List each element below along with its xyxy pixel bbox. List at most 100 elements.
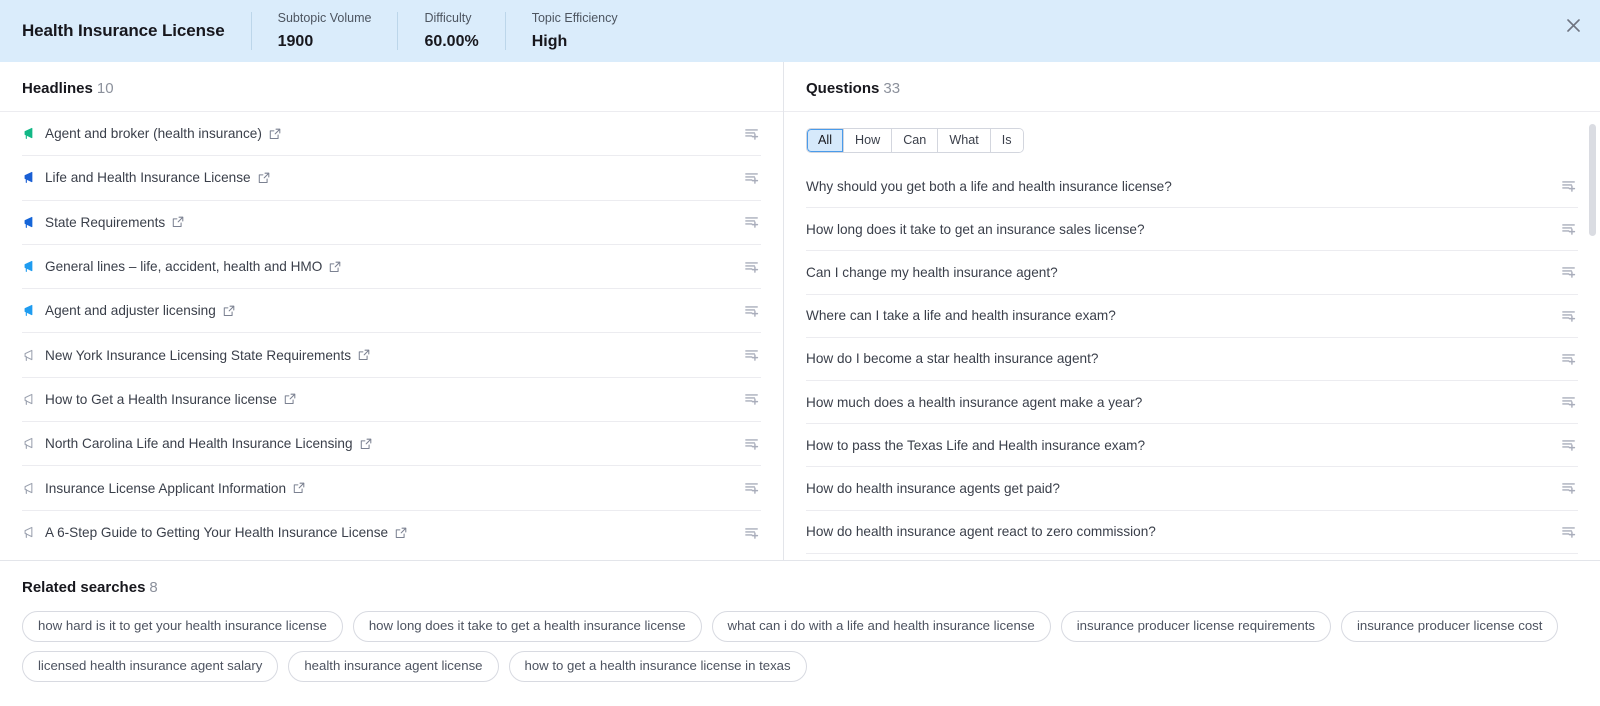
headline-row[interactable]: State Requirements (22, 201, 761, 245)
add-to-list-icon (745, 394, 759, 406)
metric-value: High (531, 32, 568, 50)
external-link-icon (395, 527, 407, 538)
question-row[interactable]: Can I change my health insurance agent? (806, 251, 1578, 295)
related-search-chip[interactable]: what can i do with a life and health ins… (711, 611, 1051, 642)
external-link-icon[interactable] (329, 261, 342, 273)
question-row[interactable]: Where can I take a life and health insur… (806, 295, 1578, 338)
megaphone-icon (22, 126, 42, 142)
megaphone-icon (22, 347, 42, 363)
megaphone-icon (24, 393, 33, 405)
headline-row[interactable]: How to Get a Health Insurance license (22, 378, 761, 423)
add-to-list-icon (745, 261, 759, 273)
related-search-chip[interactable]: how long does it take to get a health in… (352, 611, 702, 642)
external-link-icon[interactable] (223, 305, 236, 317)
add-to-list-icon (745, 528, 759, 539)
question-filter-all[interactable]: All (807, 129, 844, 152)
add-to-list-button[interactable] (744, 259, 761, 275)
megaphone-icon (22, 525, 42, 541)
add-to-list-button[interactable] (744, 170, 761, 186)
panels-container: Headlines 10 Agent and broker (health ins… (0, 62, 1600, 560)
headline-label: State Requirements (45, 214, 166, 230)
related-search-chip[interactable]: how to get a health insurance license in… (508, 651, 807, 682)
related-search-chip[interactable]: insurance producer license requirements (1060, 611, 1331, 642)
headline-label: How to Get a Health Insurance license (45, 391, 277, 407)
related-searches-chips: how hard is it to get your health insura… (22, 611, 1578, 682)
questions-scrollbar[interactable] (1589, 124, 1596, 236)
add-to-list-button[interactable] (744, 480, 761, 496)
related-searches-count: 8 (149, 579, 158, 596)
external-link-icon[interactable] (293, 482, 306, 494)
question-row[interactable]: How do health insurance agents get paid? (806, 467, 1578, 511)
add-to-list-button[interactable] (1561, 437, 1578, 453)
external-link-icon[interactable] (395, 527, 408, 539)
headline-label: Insurance License Applicant Information (45, 480, 287, 496)
headlines-panel: Headlines 10 Agent and broker (health ins… (0, 62, 784, 560)
question-row[interactable]: How long does it take to get an insuranc… (806, 208, 1578, 252)
megaphone-icon (22, 436, 42, 452)
external-link-icon[interactable] (258, 172, 271, 184)
headline-row[interactable]: New York Insurance Licensing State Requi… (22, 333, 761, 378)
external-link-icon[interactable] (358, 349, 371, 361)
add-to-list-button[interactable] (1561, 524, 1578, 540)
question-row[interactable]: How do health insurance agent react to z… (806, 511, 1578, 554)
headline-label: New York Insurance Licensing State Requi… (45, 347, 352, 363)
headline-label: A 6-Step Guide to Getting Your Health In… (45, 525, 389, 541)
add-to-list-button[interactable] (744, 126, 761, 142)
question-filter-how[interactable]: How (844, 129, 893, 152)
question-filter-what[interactable]: What (938, 129, 991, 152)
related-search-chip[interactable]: insurance producer license cost (1340, 611, 1559, 642)
add-to-list-button[interactable] (1561, 178, 1578, 194)
external-link-icon[interactable] (360, 438, 373, 450)
headline-row[interactable]: Agent and adjuster licensing (22, 289, 761, 334)
related-search-chip[interactable]: health insurance agent license (288, 651, 499, 682)
megaphone-icon (22, 170, 42, 186)
external-link-icon (258, 172, 269, 183)
questions-panel: Questions 33 All How Can What Is Why should y… (784, 62, 1600, 560)
add-to-list-button[interactable] (1561, 480, 1578, 496)
question-row[interactable]: Why should you get both a life and healt… (806, 165, 1578, 209)
external-link-icon (330, 261, 341, 272)
add-to-list-button[interactable] (744, 391, 761, 407)
headline-row[interactable]: General lines – life, accident, health a… (22, 245, 761, 290)
headline-row[interactable]: Agent and broker (health insurance) (22, 112, 761, 157)
question-label: How to pass the Texas Life and Health in… (806, 437, 1146, 453)
add-to-list-button[interactable] (744, 347, 761, 363)
metric-label: Topic Efficiency (531, 10, 618, 25)
related-searches-section: Related searches 8 how hard is it to get … (0, 560, 1600, 706)
headline-row[interactable]: North Carolina Life and Health Insurance… (22, 422, 761, 467)
metric-topic-efficiency: Topic Efficiency High (506, 10, 644, 53)
megaphone-icon (24, 349, 33, 361)
question-row[interactable]: How to pass the Texas Life and Health in… (806, 424, 1578, 468)
question-filter-is[interactable]: Is (990, 129, 1023, 152)
questions-list: Why should you get both a life and healt… (784, 165, 1600, 560)
megaphone-icon (22, 303, 42, 319)
related-search-chip[interactable]: how hard is it to get your health insura… (22, 611, 343, 642)
add-to-list-button[interactable] (744, 436, 761, 452)
headline-label: Life and Health Insurance License (45, 170, 251, 186)
question-row[interactable]: How much does a health insurance agent m… (806, 381, 1578, 425)
external-link-icon[interactable] (284, 393, 297, 405)
add-to-list-icon (745, 128, 759, 140)
metric-value: 1900 (277, 32, 314, 50)
headline-row[interactable]: A 6-Step Guide to Getting Your Health In… (22, 511, 761, 555)
question-filter-group: All How Can What Is (806, 128, 1024, 153)
add-to-list-button[interactable] (1561, 351, 1578, 367)
add-to-list-button[interactable] (1561, 394, 1578, 410)
add-to-list-button[interactable] (1561, 308, 1578, 324)
add-to-list-button[interactable] (1561, 221, 1578, 237)
related-search-chip[interactable]: licensed health insurance agent salary (22, 651, 279, 682)
megaphone-icon (24, 260, 33, 272)
question-row[interactable]: How do I become a star health insurance … (806, 338, 1578, 381)
external-link-icon[interactable] (269, 128, 282, 140)
add-to-list-button[interactable] (1561, 264, 1578, 280)
headline-row[interactable]: Life and Health Insurance License (22, 156, 761, 201)
add-to-list-button[interactable] (744, 303, 761, 319)
questions-header: Questions 33 (784, 62, 1600, 112)
add-to-list-button[interactable] (744, 525, 761, 541)
question-filter-can[interactable]: Can (892, 129, 939, 152)
close-button[interactable] (1560, 12, 1586, 38)
external-link-icon[interactable] (172, 216, 185, 228)
external-link-icon (269, 128, 281, 139)
add-to-list-button[interactable] (744, 214, 761, 230)
headline-row[interactable]: Insurance License Applicant Information (22, 466, 761, 511)
